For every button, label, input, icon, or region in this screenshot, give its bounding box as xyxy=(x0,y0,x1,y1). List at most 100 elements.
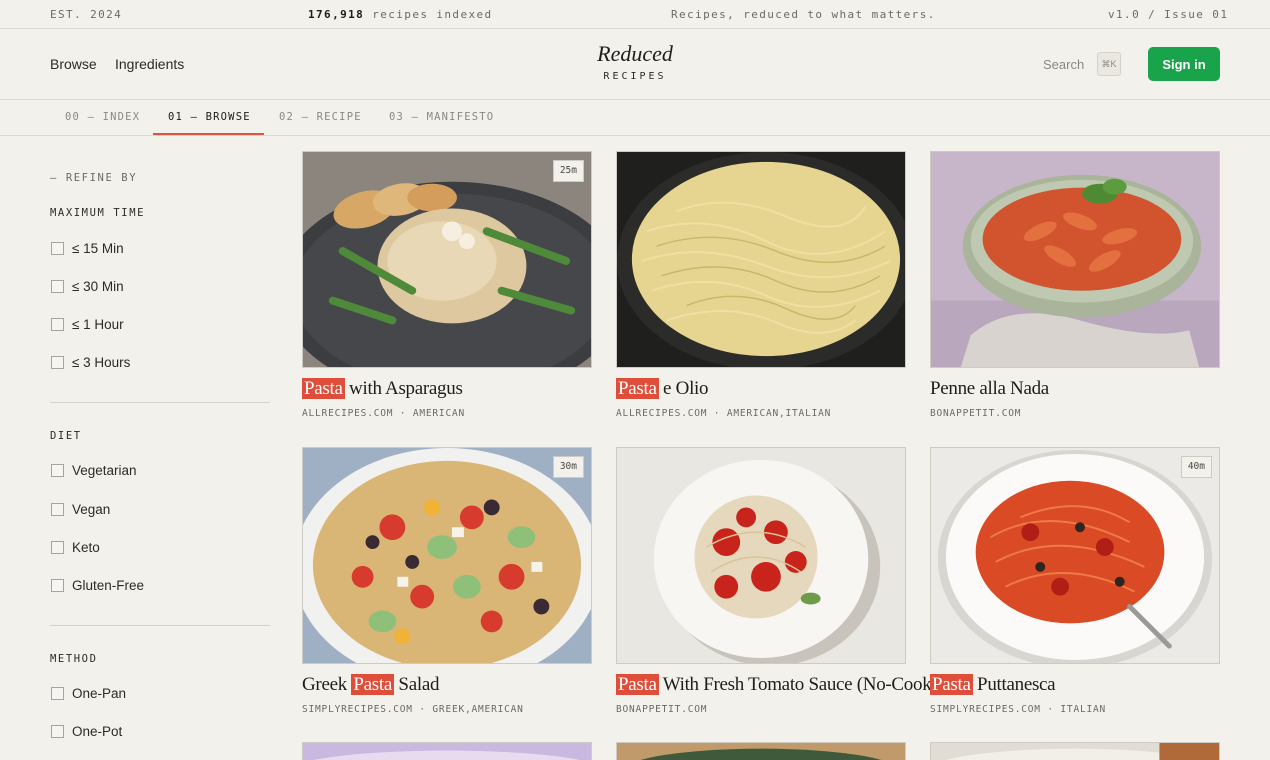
tagline: Recipes, reduced to what matters. xyxy=(671,8,936,21)
sign-in-button[interactable]: Sign in xyxy=(1148,47,1220,81)
recipe-image[interactable] xyxy=(302,742,592,760)
search-shortcut-key[interactable]: ⌘K xyxy=(1097,52,1121,76)
filter-group-title: METHOD xyxy=(50,653,98,665)
recipe-title[interactable]: Penne alla Nada xyxy=(930,375,1049,403)
recipe-count-label: recipes indexed xyxy=(372,8,493,21)
recipe-image[interactable] xyxy=(930,151,1220,368)
checkbox[interactable] xyxy=(51,540,64,554)
title-highlight: Pasta xyxy=(616,674,659,695)
checkbox[interactable] xyxy=(51,463,64,477)
title-suffix: Puttanesca xyxy=(972,674,1056,695)
nav-browse[interactable]: Browse xyxy=(50,56,97,72)
title-highlight: Pasta xyxy=(302,378,345,399)
filter-option-label: Gluten-Free xyxy=(72,577,145,593)
checkbox[interactable] xyxy=(51,355,64,369)
recipe-title[interactable]: Greek Pasta Salad xyxy=(302,671,439,699)
title-highlight: Pasta xyxy=(930,674,973,695)
filter-option-vegetarian[interactable]: Vegetarian xyxy=(50,460,137,480)
recipe-cuisine: GREEK,AMERICAN xyxy=(432,704,524,715)
established-label: EST. 2024 xyxy=(50,8,123,21)
recipe-cuisine: AMERICAN,ITALIAN xyxy=(726,408,832,419)
filter-option-gluten-free[interactable]: Gluten-Free xyxy=(50,575,144,595)
filter-option-keto[interactable]: Keto xyxy=(50,537,100,557)
filter-option-15-min[interactable]: ≤ 15 Min xyxy=(50,238,124,258)
recipe-image[interactable]: 25m xyxy=(302,151,592,368)
checkbox[interactable] xyxy=(51,279,64,293)
checkbox[interactable] xyxy=(51,724,64,738)
filter-option-label: ≤ 1 Hour xyxy=(72,316,124,332)
tab-index[interactable]: 00 — INDEX xyxy=(65,111,140,123)
title-suffix: With Fresh Tomato Sauce (No-Cook) xyxy=(658,674,938,695)
title-suffix: e Olio xyxy=(658,378,709,399)
search-trigger[interactable]: Search xyxy=(1043,57,1084,72)
checkbox[interactable] xyxy=(51,317,64,331)
refine-heading: — REFINE BY xyxy=(50,172,138,184)
title-highlight: Pasta xyxy=(351,674,394,695)
filter-group-title: MAXIMUM TIME xyxy=(50,207,146,219)
version-label: v1.0 / Issue 01 xyxy=(1108,8,1229,21)
filter-group-title: DIET xyxy=(50,430,82,442)
tab-manifesto[interactable]: 03 — MANIFESTO xyxy=(389,111,494,123)
filter-option-30-min[interactable]: ≤ 30 Min xyxy=(50,276,124,296)
title-suffix: Salad xyxy=(393,674,440,695)
title-prefix: Greek xyxy=(302,674,352,695)
recipe-meta: ALLRECIPES.COM · AMERICAN,ITALIAN xyxy=(616,408,832,419)
recipe-source: SIMPLYRECIPES.COM xyxy=(930,704,1041,715)
recipe-image[interactable] xyxy=(616,742,906,760)
checkbox[interactable] xyxy=(51,686,64,700)
filter-option-label: One-Pot xyxy=(72,723,123,739)
recipe-image[interactable] xyxy=(616,447,906,664)
recipe-source: BONAPPETIT.COM xyxy=(616,704,708,715)
recipe-title[interactable]: Pasta Puttanesca xyxy=(930,671,1056,699)
recipe-cuisine: AMERICAN xyxy=(412,408,465,419)
brand-subtitle: RECIPES xyxy=(603,71,667,82)
recipe-source: BONAPPETIT.COM xyxy=(930,408,1022,419)
active-tab-underline xyxy=(153,133,264,135)
title-highlight: Pasta xyxy=(616,378,659,399)
time-badge: 25m xyxy=(552,160,584,182)
filter-option-3-hours[interactable]: ≤ 3 Hours xyxy=(50,352,130,372)
recipe-cuisine: ITALIAN xyxy=(1060,704,1107,715)
filter-option-one-pot[interactable]: One-Pot xyxy=(50,721,122,741)
recipe-meta: BONAPPETIT.COM xyxy=(930,408,1021,419)
recipe-title[interactable]: Pasta With Fresh Tomato Sauce (No-Cook) xyxy=(616,671,938,699)
recipe-count: 176,918 recipes indexed xyxy=(308,8,493,21)
recipe-count-number: 176,918 xyxy=(308,8,365,21)
filter-option-one-pan[interactable]: One-Pan xyxy=(50,683,126,703)
divider xyxy=(50,402,270,403)
filter-option-vegan[interactable]: Vegan xyxy=(50,499,110,519)
checkbox[interactable] xyxy=(51,241,64,255)
title-suffix: with Asparagus xyxy=(344,378,463,399)
recipe-image[interactable]: 30m xyxy=(302,447,592,664)
recipe-meta: BONAPPETIT.COM xyxy=(616,704,707,715)
recipe-meta: SIMPLYRECIPES.COM · ITALIAN xyxy=(930,704,1107,715)
brand-logo[interactable]: Reduced RECIPES xyxy=(560,41,710,83)
filter-option-label: Keto xyxy=(72,539,100,555)
filter-option-label: Vegan xyxy=(72,501,111,517)
tab-browse[interactable]: 01 — BROWSE xyxy=(168,111,251,123)
filter-option-label: Vegetarian xyxy=(72,462,137,478)
recipe-meta: ALLRECIPES.COM · AMERICAN xyxy=(302,408,465,419)
divider xyxy=(50,625,270,626)
recipe-image[interactable] xyxy=(616,151,906,368)
tab-recipe[interactable]: 02 — RECIPE xyxy=(279,111,362,123)
recipe-title[interactable]: Pasta with Asparagus xyxy=(302,375,463,403)
filter-option-label: ≤ 3 Hours xyxy=(72,354,131,370)
recipe-title[interactable]: Pasta e Olio xyxy=(616,375,709,403)
time-badge: 30m xyxy=(552,456,584,478)
brand-wordmark: Reduced xyxy=(597,41,673,66)
filter-option-label: ≤ 15 Min xyxy=(72,240,124,256)
recipe-image[interactable]: 40m xyxy=(930,447,1220,664)
checkbox[interactable] xyxy=(51,502,64,516)
recipe-source: ALLRECIPES.COM xyxy=(302,408,394,419)
filter-option-label: One-Pan xyxy=(72,685,127,701)
checkbox[interactable] xyxy=(51,578,64,592)
filter-option-1-hour[interactable]: ≤ 1 Hour xyxy=(50,314,124,334)
recipe-image[interactable] xyxy=(930,742,1220,760)
top-info-bar: EST. 2024 176,918 recipes indexed Recipe… xyxy=(0,0,1270,29)
recipe-meta: SIMPLYRECIPES.COM · GREEK,AMERICAN xyxy=(302,704,524,715)
nav-ingredients[interactable]: Ingredients xyxy=(115,56,184,72)
filter-option-label: ≤ 30 Min xyxy=(72,278,124,294)
time-badge: 40m xyxy=(1180,456,1212,478)
title-prefix: Penne alla Nada xyxy=(930,378,1049,399)
